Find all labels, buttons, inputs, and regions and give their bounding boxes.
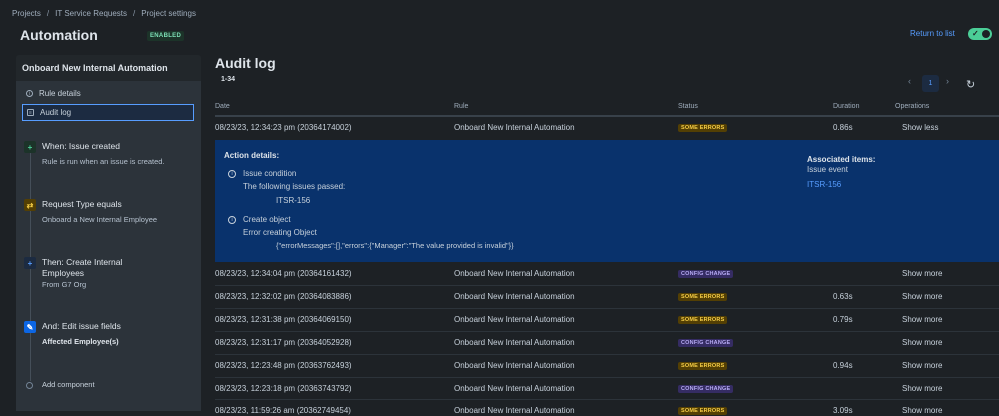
refresh-icon[interactable]: ↻ xyxy=(966,78,975,91)
row-date: 08/23/23, 12:31:17 pm (20364052928) xyxy=(215,338,352,347)
table-row: 08/23/23, 11:59:26 am (20362749454) Onbo… xyxy=(0,400,999,416)
show-more-button[interactable]: Show more xyxy=(902,269,942,278)
row-date: 08/23/23, 12:32:02 pm (20364083886) xyxy=(215,292,352,301)
rule-name: Onboard New Internal Automation xyxy=(22,63,168,73)
column-header-date: Date xyxy=(215,103,230,110)
row-duration: 0.94s xyxy=(833,361,853,370)
step-title[interactable]: When: Issue created xyxy=(42,141,120,151)
chevron-left-icon[interactable]: ‹ xyxy=(908,76,911,86)
create-object-error: {"errorMessages":[],"errors":{"Manager":… xyxy=(276,241,514,250)
row-date: 08/23/23, 12:34:23 pm (20364174002) xyxy=(215,123,352,132)
status-lozenge: SOME ERRORS xyxy=(678,293,728,301)
column-header-status: Status xyxy=(678,103,698,110)
table-row: 08/23/23, 12:31:38 pm (20364069150) Onbo… xyxy=(0,309,999,331)
create-object-text: Error creating Object xyxy=(243,228,317,237)
column-header-rule: Rule xyxy=(454,103,469,110)
status-lozenge: SOME ERRORS xyxy=(678,124,728,132)
toggle-knob xyxy=(982,30,990,38)
status-lozenge: CONFIG CHANGE xyxy=(678,270,734,278)
row-rule: Onboard New Internal Automation xyxy=(454,384,575,393)
step-description: Onboard a New Internal Employee xyxy=(42,215,158,224)
breadcrumb-separator: / xyxy=(46,9,50,18)
result-range: 1-34 xyxy=(221,76,236,83)
breadcrumb-projects[interactable]: Projects xyxy=(12,9,41,18)
row-rule: Onboard New Internal Automation xyxy=(454,338,575,347)
breadcrumb-settings[interactable]: Project settings xyxy=(141,9,196,18)
associated-items-heading: Associated items: xyxy=(807,155,876,164)
show-more-button[interactable]: Show more xyxy=(902,292,942,301)
trigger-component[interactable]: + xyxy=(24,141,36,153)
audit-log-title: Audit log xyxy=(215,55,276,71)
page-title: Automation xyxy=(20,27,98,43)
show-more-button[interactable]: Show more xyxy=(902,361,942,370)
info-icon: i xyxy=(26,90,33,97)
row-duration: 3.09s xyxy=(833,406,853,415)
document-icon: ≡ xyxy=(27,109,34,116)
breadcrumb-project[interactable]: IT Service Requests xyxy=(55,9,127,18)
rule-enabled-toggle[interactable]: ✓ xyxy=(968,28,992,40)
row-date: 08/23/23, 12:23:48 pm (20363762493) xyxy=(215,361,352,370)
row-date: 08/23/23, 12:34:04 pm (20364161432) xyxy=(215,269,352,278)
show-more-button[interactable]: Show more xyxy=(902,406,942,415)
row-duration: 0.63s xyxy=(833,292,853,301)
status-lozenge: CONFIG CHANGE xyxy=(678,339,734,347)
row-date: 08/23/23, 12:23:18 pm (20363743792) xyxy=(215,384,352,393)
action-details-heading: Action details: xyxy=(224,151,280,160)
step-title[interactable]: Request Type equals xyxy=(42,199,122,209)
column-header-duration: Duration xyxy=(833,103,860,110)
breadcrumb-separator: / xyxy=(133,9,136,18)
status-lozenge: CONFIG CHANGE xyxy=(678,385,734,393)
nav-rule-details[interactable]: i Rule details xyxy=(22,85,194,102)
row-date: 08/23/23, 11:59:26 am (20362749454) xyxy=(215,406,351,415)
row-rule: Onboard New Internal Automation xyxy=(454,292,575,301)
row-rule: Onboard New Internal Automation xyxy=(454,406,575,415)
row-duration: 0.79s xyxy=(833,315,853,324)
status-lozenge: SOME ERRORS xyxy=(678,407,728,415)
status-lozenge: SOME ERRORS xyxy=(678,362,728,370)
table-row: 08/23/23, 12:31:17 pm (20364052928) Onbo… xyxy=(0,332,999,354)
status-badge: ENABLED xyxy=(147,31,185,41)
condition-issue: ITSR-156 xyxy=(276,196,311,205)
chevron-right-icon[interactable]: › xyxy=(946,76,949,86)
return-to-list-link[interactable]: Return to list xyxy=(910,29,955,38)
table-row: 08/23/23, 12:23:48 pm (20363762493) Onbo… xyxy=(0,355,999,377)
column-header-operations: Operations xyxy=(895,103,930,110)
check-icon: ✓ xyxy=(972,29,979,38)
show-more-button[interactable]: Show more xyxy=(902,384,942,393)
status-lozenge: SOME ERRORS xyxy=(678,316,728,324)
plus-icon: + xyxy=(24,141,36,153)
page-number-button[interactable]: 1 xyxy=(922,75,939,92)
table-row: 08/23/23, 12:23:18 pm (20363743792) Onbo… xyxy=(0,378,999,400)
action-details-panel: Action details: i Issue condition The fo… xyxy=(215,140,999,262)
row-date: 08/23/23, 12:31:38 pm (20364069150) xyxy=(215,315,352,324)
row-rule: Onboard New Internal Automation xyxy=(454,123,575,132)
row-rule: Onboard New Internal Automation xyxy=(454,361,575,370)
associated-issue-link[interactable]: ITSR-156 xyxy=(807,180,841,189)
table-row: 08/23/23, 12:32:02 pm (20364083886) Onbo… xyxy=(0,286,999,308)
nav-label: Audit log xyxy=(40,108,72,117)
show-less-button[interactable]: Show less xyxy=(902,123,938,132)
shuffle-icon: ⇄ xyxy=(24,199,36,211)
breadcrumb: Projects / IT Service Requests / Project… xyxy=(12,9,196,18)
condition-text: The following issues passed: xyxy=(243,182,346,191)
info-icon: i xyxy=(228,216,236,224)
row-rule: Onboard New Internal Automation xyxy=(454,269,575,278)
row-duration: 0.86s xyxy=(833,123,853,132)
row-rule: Onboard New Internal Automation xyxy=(454,315,575,324)
condition-title: Issue condition xyxy=(243,169,297,178)
info-icon: i xyxy=(228,170,236,178)
associated-items-sub: Issue event xyxy=(807,165,848,174)
condition-component[interactable]: ⇄ xyxy=(24,199,36,211)
nav-label: Rule details xyxy=(39,89,81,98)
step-description: Rule is run when an issue is created. xyxy=(42,157,165,166)
show-more-button[interactable]: Show more xyxy=(902,315,942,324)
table-row: 08/23/23, 12:34:23 pm (20364174002) Onbo… xyxy=(0,117,999,139)
show-more-button[interactable]: Show more xyxy=(902,338,942,347)
create-object-title: Create object xyxy=(243,215,291,224)
table-row: 08/23/23, 12:34:04 pm (20364161432) Onbo… xyxy=(0,263,999,285)
